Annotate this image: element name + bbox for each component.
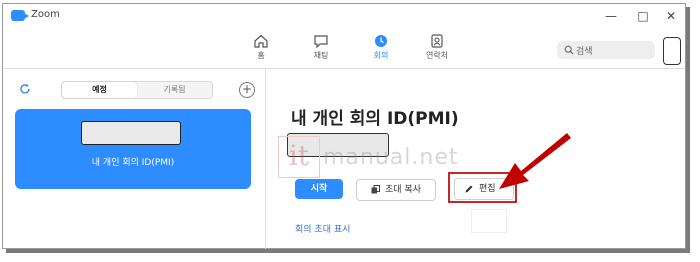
clock-icon [375,35,387,47]
avatar[interactable] [663,37,681,65]
meetings-sidebar: 예정 기록됨 + 내 개인 회의 ID(PMI) [3,69,266,249]
contacts-icon [431,34,443,48]
pencil-icon [465,185,473,193]
tab-chat-label: 채팅 [313,51,329,60]
copy-invite-label: 초대 복사 [385,185,421,195]
tab-upcoming[interactable]: 예정 [62,82,137,98]
top-navigation: 홈 채팅 회의 연락처 검색 [3,28,685,69]
window-title: Zoom [31,9,60,20]
search-input[interactable]: 검색 [557,41,655,59]
copy-invite-button[interactable]: 초대 복사 [356,179,436,201]
tab-contacts-label: 연락처 [425,51,449,60]
app-window: Zoom — □ ✕ 홈 채팅 회의 연락처 검색 예정 기록됨 + 내 개인 … [2,3,686,249]
search-icon [564,45,574,55]
search-placeholder: 검색 [576,47,593,57]
refresh-icon[interactable] [19,83,31,95]
tab-home-label: 홈 [257,51,265,60]
tab-contacts[interactable]: 연락처 [415,34,459,61]
copy-icon [371,185,380,194]
tab-home[interactable]: 홈 [239,34,283,61]
watermark-text: manual.net [323,145,459,170]
pmi-meeting-card[interactable]: 내 개인 회의 ID(PMI) [15,109,251,189]
meeting-filter-segment: 예정 기록됨 [61,81,213,99]
tab-recorded[interactable]: 기록됨 [137,82,212,98]
show-invite-link[interactable]: 회의 초대 표시 [295,222,350,235]
watermark-logo: it [278,136,320,178]
maximize-button[interactable]: □ [633,7,653,25]
pmi-card-label: 내 개인 회의 ID(PMI) [91,158,175,168]
start-button[interactable]: 시작 [295,179,343,199]
chat-icon [314,35,328,48]
redacted-id-box [81,121,181,145]
home-icon [254,34,268,48]
callout-arrow-icon [499,133,571,189]
tab-meetings[interactable]: 회의 [359,34,403,61]
minimize-button[interactable]: — [601,7,621,25]
title-bar: Zoom — □ ✕ [3,4,685,28]
add-meeting-button[interactable]: + [239,82,255,98]
tab-chat[interactable]: 채팅 [299,34,343,61]
page-title: 내 개인 회의 ID(PMI) [291,109,459,129]
close-button[interactable]: ✕ [661,7,681,25]
zoom-logo-icon [11,10,29,21]
blank-box [471,209,507,233]
tab-meetings-label: 회의 [373,51,389,60]
